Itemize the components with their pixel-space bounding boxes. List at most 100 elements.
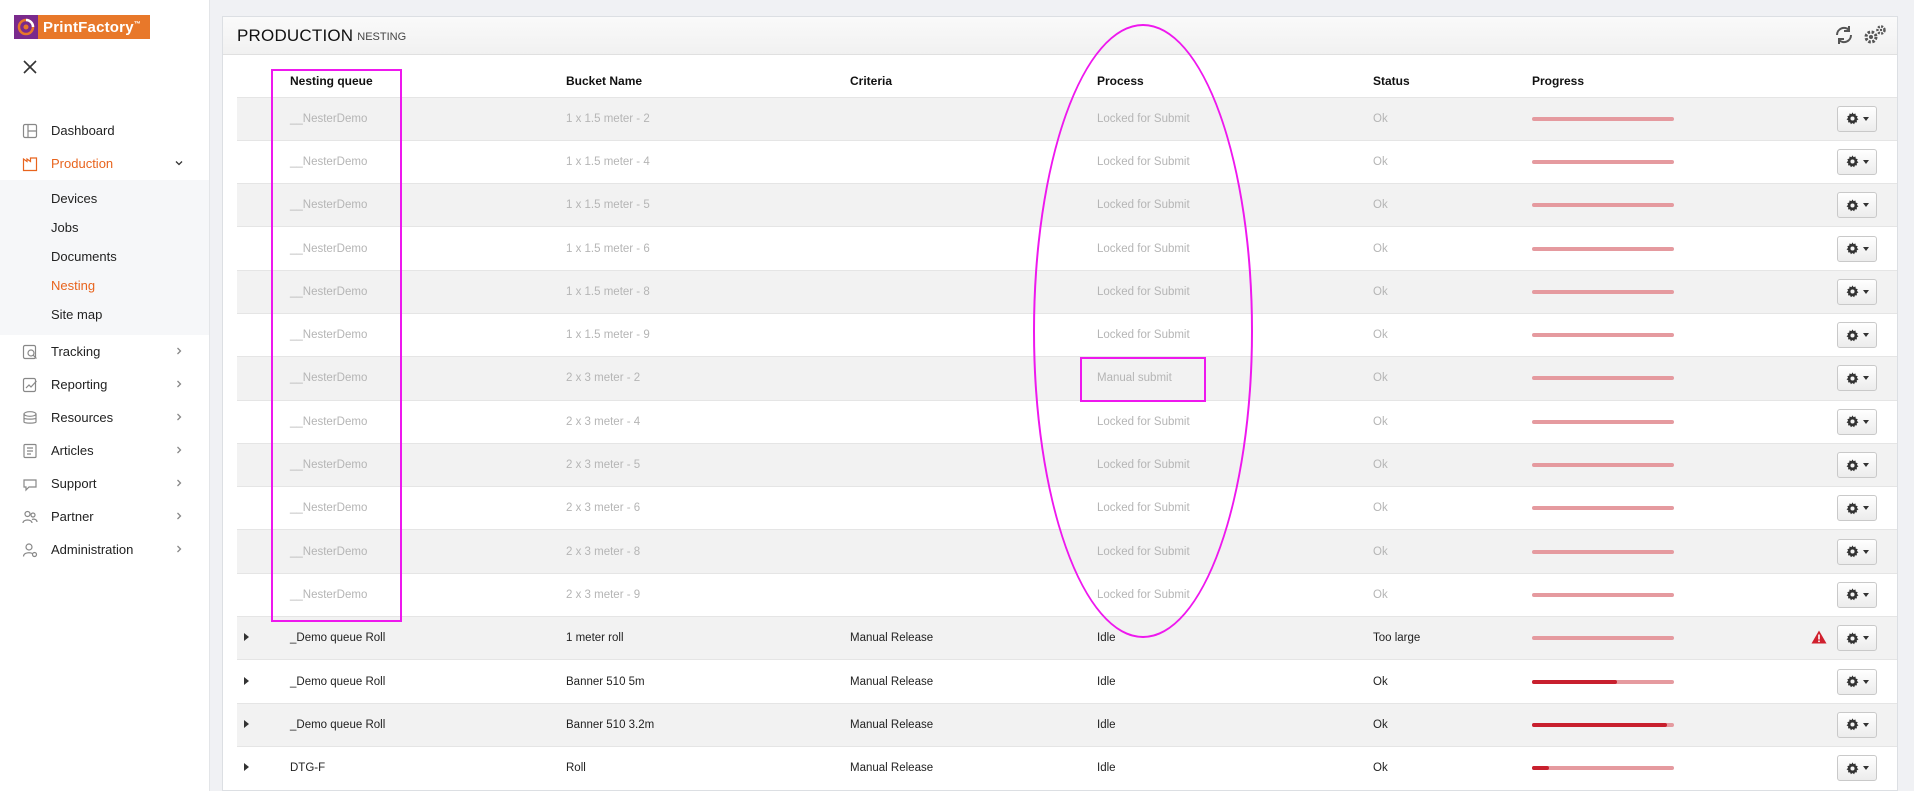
row-settings-button[interactable] [1837, 148, 1877, 175]
logo-text: PrintFactory™ [43, 18, 141, 36]
gear-icon [1846, 545, 1859, 558]
sidebar-item-dashboard[interactable]: Dashboard [0, 114, 209, 147]
warning-cell [1777, 96, 1837, 141]
table-row[interactable]: _Demo queue Roll Banner 510 3.2m Manual Re… [237, 702, 1897, 747]
chevron-right-icon[interactable] [173, 444, 185, 456]
chevron-down-icon[interactable] [173, 157, 185, 169]
dropdown-caret-icon [1862, 376, 1869, 381]
expand-caret-icon[interactable] [244, 763, 249, 772]
status-cell: Ok [1373, 442, 1532, 487]
sidebar-item-label: Reporting [51, 377, 108, 392]
sidebar-subitem-nesting[interactable]: Nesting [0, 271, 209, 300]
gear-icon [1846, 285, 1859, 298]
warning-cell [1777, 486, 1837, 530]
sidebar-subitem-devices[interactable]: Devices [0, 184, 209, 213]
gear-icon [1846, 199, 1859, 212]
warning-cell [1777, 183, 1837, 227]
progress-bar [1532, 592, 1674, 597]
sidebar-item-resources[interactable]: Resources [0, 401, 209, 434]
table-row[interactable]: _Demo queue Roll Banner 510 5m Manual Rele… [237, 659, 1897, 704]
actions-cell [1837, 269, 1897, 314]
chevron-right-icon[interactable] [173, 543, 185, 555]
criteria-cell [850, 572, 1097, 617]
expand-cell [237, 702, 290, 747]
sidebar-item-administration[interactable]: Administration [0, 533, 209, 566]
page-subtitle: NESTING [357, 31, 407, 43]
actions-cell [1837, 616, 1897, 660]
close-sidebar-icon[interactable] [20, 57, 40, 77]
gear-icon [1846, 415, 1859, 428]
row-settings-button[interactable] [1837, 105, 1877, 132]
gear-icon [1846, 502, 1859, 515]
sidebar-subitem-jobs[interactable]: Jobs [0, 213, 209, 242]
warning-icon[interactable] [1811, 630, 1827, 647]
settings-gears-icon[interactable] [1863, 24, 1886, 46]
chevron-right-icon[interactable] [173, 378, 185, 390]
row-settings-button[interactable] [1837, 278, 1877, 305]
gear-icon [1846, 242, 1859, 255]
row-settings-button[interactable] [1837, 365, 1877, 392]
bucket-name-cell: 1 meter roll [566, 616, 850, 660]
gear-icon [1846, 675, 1859, 688]
sidebar-item-support[interactable]: Support [0, 467, 209, 500]
gear-icon [1846, 112, 1859, 125]
bucket-name-cell: Roll [566, 745, 850, 790]
progress-bar [1532, 549, 1674, 554]
table-row[interactable]: __NesterDemo 2 x 3 meter - 9 Locked for Su… [237, 572, 1897, 617]
refresh-icon[interactable] [1833, 24, 1855, 46]
column-header-bucket-name[interactable]: Bucket Name [566, 65, 850, 97]
row-settings-button[interactable] [1837, 711, 1877, 738]
column-header-criteria[interactable]: Criteria [850, 65, 1097, 97]
chevron-right-icon[interactable] [173, 510, 185, 522]
table-row[interactable]: DTG-F Roll Manual Release Idle Ok [237, 745, 1897, 790]
row-settings-button[interactable] [1837, 755, 1877, 782]
sidebar-item-label: Production [51, 156, 114, 171]
row-settings-button[interactable] [1837, 581, 1877, 608]
row-settings-button[interactable] [1837, 408, 1877, 435]
row-settings-button[interactable] [1837, 235, 1877, 262]
nesting-queue-cell: _Demo queue Roll [290, 616, 566, 660]
chevron-right-icon[interactable] [173, 345, 185, 357]
progress-bar [1532, 203, 1674, 208]
sidebar-item-tracking[interactable]: Tracking [0, 335, 209, 368]
printfactory-logo[interactable]: PrintFactory™ [14, 15, 150, 39]
sidebar-subitem-documents[interactable]: Documents [0, 242, 209, 271]
row-settings-button[interactable] [1837, 192, 1877, 219]
actions-cell [1837, 183, 1897, 227]
row-settings-button[interactable] [1837, 625, 1877, 652]
expand-caret-icon[interactable] [244, 676, 249, 685]
progress-bar-fill [1532, 766, 1550, 771]
sidebar-item-partner[interactable]: Partner [0, 500, 209, 533]
expand-caret-icon[interactable] [244, 633, 249, 642]
sidebar-item-reporting[interactable]: Reporting [0, 368, 209, 401]
sidebar-item-label: Partner [51, 509, 94, 524]
progress-bar [1532, 463, 1674, 468]
column-header-status[interactable]: Status [1373, 65, 1532, 97]
row-settings-button[interactable] [1837, 495, 1877, 522]
gear-icon [1846, 458, 1859, 472]
progress-bar [1532, 376, 1674, 381]
warning-cell [1777, 745, 1837, 790]
table-row[interactable]: _Demo queue Roll 1 meter roll Manual Relea… [237, 616, 1897, 660]
chevron-right-icon[interactable] [173, 477, 185, 489]
sidebar-item-production[interactable]: Production [0, 147, 209, 180]
status-cell: Ok [1373, 486, 1532, 530]
sidebar-subitem-site-map[interactable]: Site map [0, 300, 209, 329]
progress-cell [1532, 745, 1777, 790]
row-settings-button[interactable] [1837, 452, 1877, 479]
dropdown-caret-icon [1862, 766, 1869, 771]
status-cell: Ok [1373, 702, 1532, 747]
warning-cell [1777, 702, 1837, 747]
row-settings-button[interactable] [1837, 322, 1877, 349]
chevron-right-icon[interactable] [173, 411, 185, 423]
sidebar-item-articles[interactable]: Articles [0, 434, 209, 467]
progress-cell [1532, 399, 1777, 444]
dropdown-caret-icon [1862, 463, 1869, 468]
warning-cell [1777, 226, 1837, 271]
expand-caret-icon[interactable] [244, 719, 249, 728]
row-settings-button[interactable] [1837, 538, 1877, 565]
column-header-progress[interactable]: Progress [1532, 65, 1777, 97]
row-settings-button[interactable] [1837, 668, 1877, 695]
sidebar-nav: Dashboard Production Devices Jobs Documents N… [0, 114, 209, 566]
progress-cell [1532, 442, 1777, 487]
